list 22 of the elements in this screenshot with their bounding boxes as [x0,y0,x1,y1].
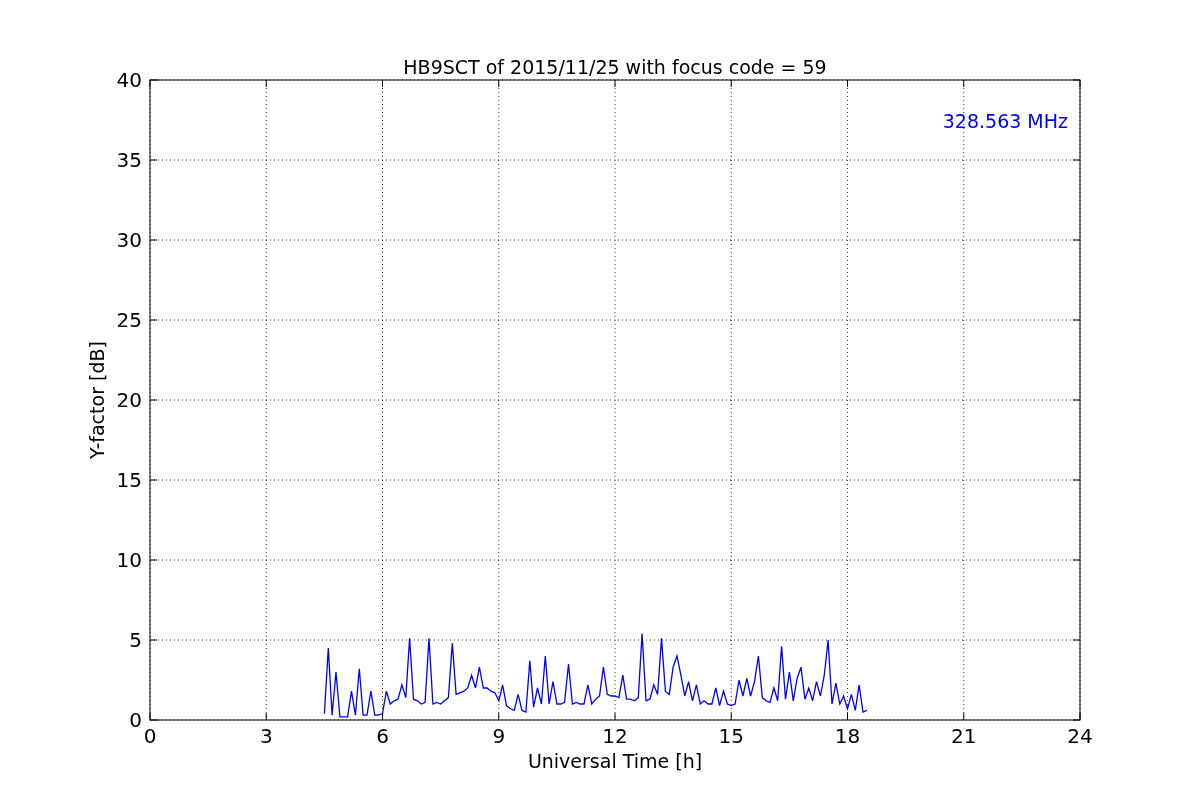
x-axis-label: Universal Time [h] [527,750,703,772]
tick-label: 18 [834,724,861,748]
tick-label: 0 [143,724,157,748]
tick-label: 9 [492,724,506,748]
y-axis-label: Y-factor [dB] [86,341,108,459]
tick-label: 35 [116,148,142,172]
tick-label: 3 [259,724,273,748]
tick-label: 21 [951,724,977,748]
chart-title: HB9SCT of 2015/11/25 with focus code = 59 [403,56,827,78]
tick-label: 24 [1067,724,1093,748]
tick-label: 6 [376,724,389,748]
tick-label: 12 [602,724,628,748]
tick-label: 40 [116,68,142,92]
tick-label: 15 [718,724,744,748]
tick-label: 15 [116,468,142,492]
tick-label: 30 [116,228,142,252]
tick-label: 25 [116,308,142,332]
tick-label: 0 [129,708,142,732]
tick-label: 10 [116,548,142,572]
series-label: 328.563 MHz [942,110,1068,132]
tick-label: 5 [129,628,142,652]
tick-label: 20 [116,388,142,412]
